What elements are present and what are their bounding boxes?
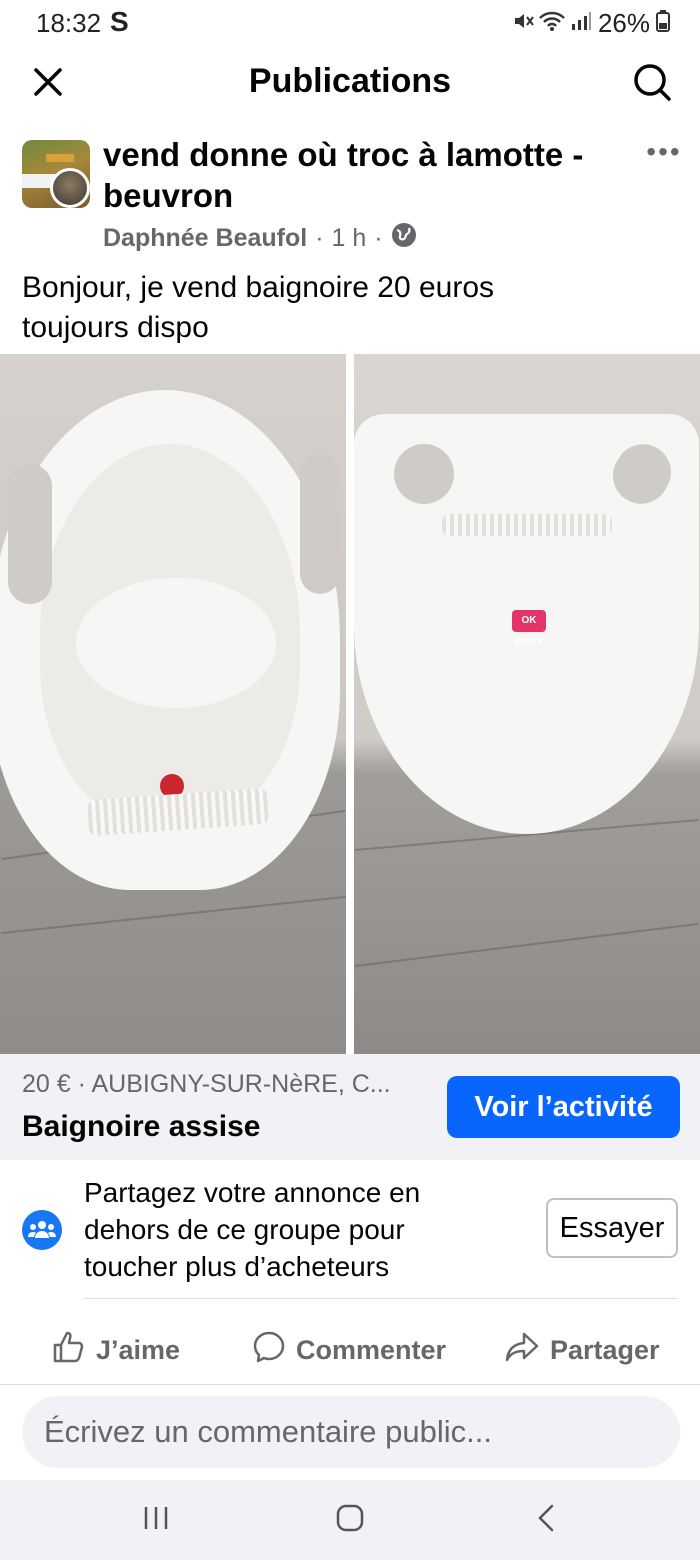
share-promo-line: dehors de ce groupe pour [84, 1214, 405, 1245]
floor-line [0, 895, 346, 935]
app-header: Publications [0, 52, 700, 116]
system-nav-bar [0, 1480, 700, 1560]
globe-icon [391, 222, 417, 255]
post-text: Bonjour, je vend baignoire 20 euros touj… [22, 268, 678, 348]
author-avatar[interactable] [50, 168, 90, 208]
brand-logo: OK BABY [512, 610, 546, 648]
home-button[interactable] [320, 1496, 380, 1544]
share-promo-line: Partagez votre annonce en [84, 1177, 421, 1208]
thumbs-up-icon [52, 1330, 86, 1371]
divider [0, 1384, 700, 1385]
carrier-glyph: S [110, 6, 129, 37]
page-title: Publications [248, 62, 452, 100]
share-promo-line: toucher plus d’acheteurs [84, 1251, 390, 1282]
back-icon [536, 1504, 556, 1537]
back-button[interactable] [516, 1496, 576, 1544]
handle-grip [442, 514, 612, 536]
home-icon [336, 1504, 364, 1537]
post-text-line: toujours dispo [22, 311, 209, 344]
like-label: J’aime [96, 1334, 181, 1365]
floor-line [355, 922, 698, 968]
battery-percent: 26% [597, 8, 650, 38]
try-button[interactable]: Essayer [546, 1198, 678, 1258]
share-label: Partager [550, 1334, 660, 1365]
status-icons: 26% [512, 8, 670, 39]
bathtub-seat [76, 578, 276, 708]
view-activity-button[interactable]: Voir l’activité [447, 1076, 680, 1138]
group-icon [22, 1210, 62, 1250]
meta-separator: · [374, 224, 383, 252]
post-author[interactable]: Daphnée Beaufol [103, 224, 307, 253]
avatar-sign-decor [46, 154, 74, 162]
group-name[interactable]: vend donne où troc à lamotte - beuvron [103, 134, 623, 216]
post-actions: J’aime Commenter Partager [0, 1314, 700, 1386]
divider [84, 1298, 678, 1299]
mute-icon [512, 8, 534, 39]
search-button[interactable] [628, 60, 676, 108]
post-meta: Daphnée Beaufol · 1 h · [103, 222, 417, 255]
status-bar: 18:32 S 26% [0, 0, 700, 46]
recent-apps-button[interactable] [126, 1496, 186, 1544]
meta-separator: · [315, 224, 324, 252]
photo-grid: OK BABY [0, 354, 700, 1054]
listing-bar: 20 € · AUBIGNY-SUR-NèRE, C... Baignoire … [0, 1054, 700, 1160]
comment-input[interactable]: Écrivez un commentaire public... [22, 1396, 680, 1468]
handle-hole [8, 464, 52, 604]
listing-price-location: 20 € · AUBIGNY-SUR-NèRE, C... [22, 1070, 391, 1098]
post-text-line: Bonjour, je vend baignoire 20 euros [22, 271, 495, 304]
comment-label: Commenter [296, 1334, 447, 1365]
like-button[interactable]: J’aime [52, 1314, 180, 1386]
signal-icon [570, 8, 592, 39]
photo-bathtub-top[interactable] [0, 354, 346, 1054]
post-header: vend donne où troc à lamotte - beuvron •… [0, 134, 700, 260]
comment-button[interactable]: Commenter [252, 1314, 446, 1386]
more-options-button[interactable]: ••• [644, 138, 684, 174]
comment-icon [252, 1330, 286, 1371]
share-promo: Partagez votre annonce en dehors de ce g… [0, 1160, 700, 1300]
photo-bathtub-side[interactable]: OK BABY [354, 354, 700, 1054]
post-time[interactable]: 1 h [332, 224, 367, 253]
recent-apps-icon [142, 1505, 170, 1536]
share-icon [504, 1330, 540, 1371]
status-time: 18:32 [36, 8, 102, 38]
listing-title[interactable]: Baignoire assise [22, 1110, 260, 1144]
share-promo-text: Partagez votre annonce en dehors de ce g… [84, 1174, 504, 1285]
share-button[interactable]: Partager [504, 1314, 660, 1386]
handle-hole [300, 454, 340, 594]
battery-icon [656, 8, 670, 39]
wifi-icon [538, 8, 566, 39]
search-icon [632, 62, 672, 107]
